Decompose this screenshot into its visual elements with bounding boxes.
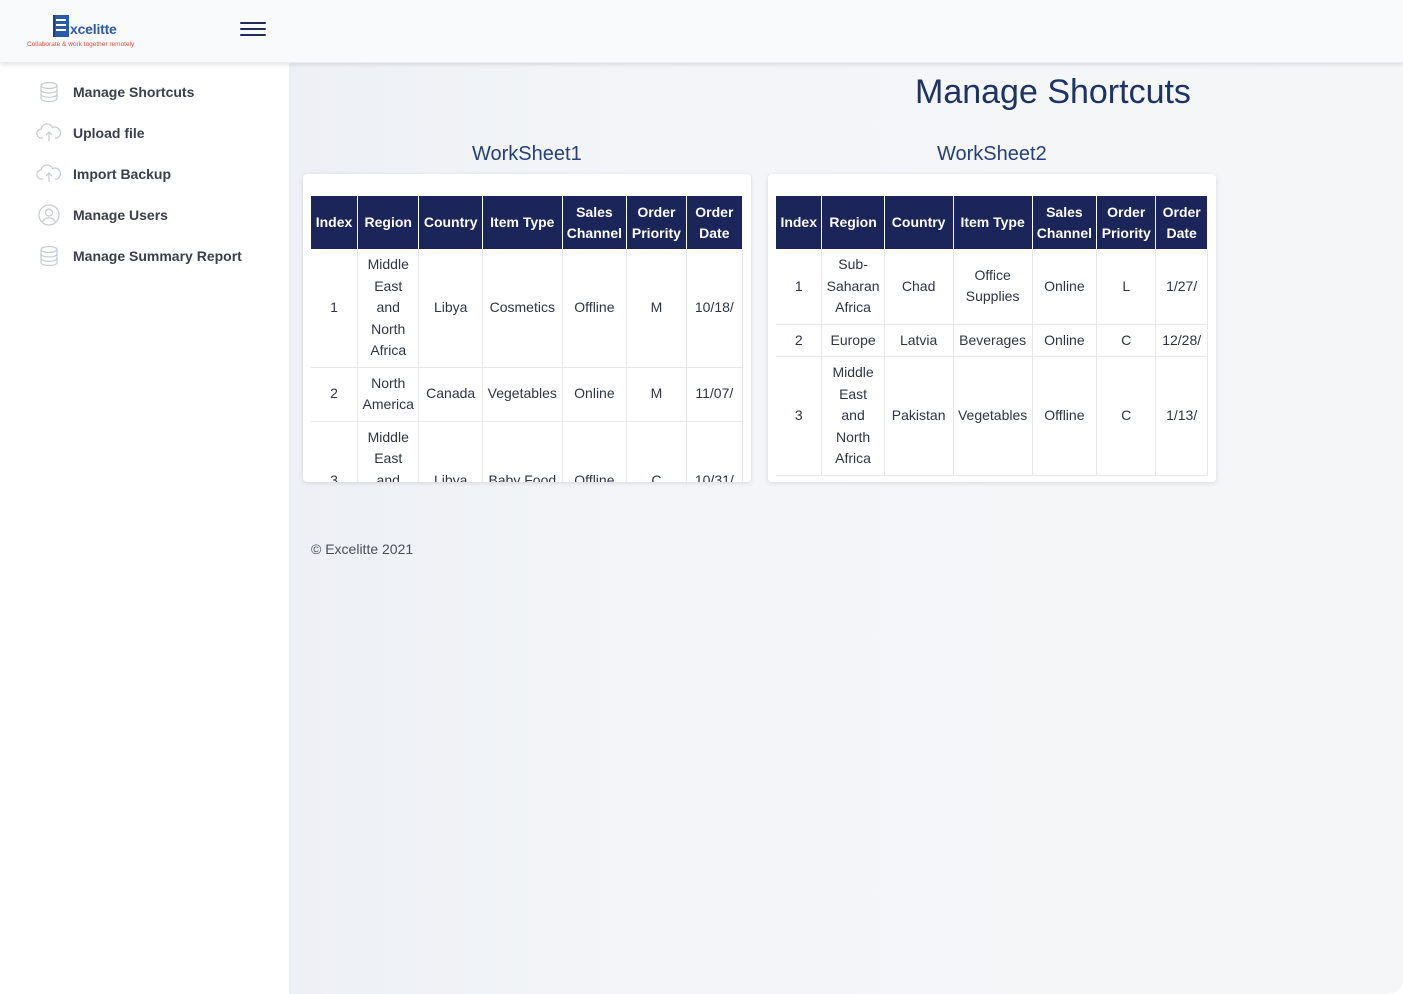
table-cell: Libya [418,249,483,368]
table-cell: C [1096,356,1157,476]
table-cell: M [626,249,687,368]
table-cell: 1 [776,249,823,325]
table-cell: Middle East and North Africa [357,249,420,368]
sidebar-item-label: Manage Shortcuts [73,84,195,100]
table-cell: 3 [311,421,359,482]
table-cell: M [626,367,687,422]
brand-tagline: Collaborate & work together remotely [27,41,135,48]
column-header[interactable]: Order Date [1155,196,1208,249]
brand-name: xcelitte [70,21,117,37]
table-cell: Middle East and North Africa [821,356,885,476]
worksheet1-table-scroll[interactable]: Index Region Country Item Type Sales Cha… [311,196,743,482]
table-cell: 12/28/ [1155,324,1208,357]
table-cell: Online [1032,249,1098,325]
column-header[interactable]: Sales Channel [1032,196,1098,249]
sidebar-item-import-backup[interactable]: Import Backup [36,159,276,189]
table-cell: C [1096,324,1157,357]
table-cell: 3 [776,356,823,476]
table-cell: 10/18/ [686,249,743,368]
table-row[interactable]: 1 Middle East and North Africa Libya Cos… [311,249,743,368]
cloud-upload-icon [36,162,62,186]
table-cell: Office Supplies [953,249,1033,325]
worksheet2-card: Index Region Country Item Type Sales Cha… [768,174,1216,482]
table-cell: C [626,421,687,482]
column-header[interactable]: Order Priority [1096,196,1157,249]
table-cell: L [1096,249,1157,325]
user-icon [36,203,62,227]
sidebar-item-upload-file[interactable]: Upload file [36,118,276,148]
sidebar-item-manage-users[interactable]: Manage Users [36,200,276,230]
table-cell: Vegetables [482,367,563,422]
worksheet1-title: WorkSheet1 [472,143,582,165]
worksheet1-card: Index Region Country Item Type Sales Cha… [303,174,751,482]
table-row[interactable]: 3 Middle East and North Africa Libya Bab… [311,421,743,482]
column-header[interactable]: Country [884,196,954,249]
table-cell: Chad [884,249,954,325]
table-cell: Beverages [953,324,1033,357]
table-cell: Latvia [884,324,954,357]
database-icon [36,244,62,268]
table-row[interactable]: 2 North America Canada Vegetables Online… [311,367,743,422]
worksheet1-table: Index Region Country Item Type Sales Cha… [311,196,743,482]
table-cell: Middle East and North Africa [357,421,420,482]
sidebar: Manage Shortcuts Upload file Import Back… [0,63,289,994]
column-header[interactable]: Item Type [953,196,1033,249]
worksheet2-table: Index Region Country Item Type Sales Cha… [776,196,1208,476]
column-header[interactable]: Region [821,196,885,249]
table-cell: 10/31/ [686,421,743,482]
table-cell: 11/07/ [686,367,743,422]
table-cell: Cosmetics [482,249,563,368]
table-cell: Offline [562,249,628,368]
logo[interactable]: xcelitte Collaborate & work together rem… [26,14,166,54]
worksheet2-title: WorkSheet2 [937,143,1047,165]
column-header[interactable]: Country [418,196,483,249]
table-cell: 2 [311,367,359,422]
sidebar-item-label: Upload file [73,125,145,141]
column-header[interactable]: Index [311,196,359,249]
table-cell: Offline [1032,356,1098,476]
column-header[interactable]: Item Type [482,196,563,249]
table-cell: Vegetables [953,356,1033,476]
footer-copyright: © Excelitte 2021 [311,541,414,557]
table-cell: 2 [776,324,823,357]
database-icon [36,80,62,104]
worksheet2-table-scroll[interactable]: Index Region Country Item Type Sales Cha… [776,196,1208,482]
top-bar: xcelitte Collaborate & work together rem… [0,0,1403,63]
sidebar-item-manage-shortcuts[interactable]: Manage Shortcuts [36,77,276,107]
table-cell: Offline [562,421,628,482]
table-cell: Baby Food [482,421,563,482]
column-header[interactable]: Order Priority [626,196,687,249]
table-header-row: Index Region Country Item Type Sales Cha… [776,196,1208,249]
table-header-row: Index Region Country Item Type Sales Cha… [311,196,743,249]
table-row[interactable]: 3 Middle East and North Africa Pakistan … [776,356,1208,476]
sidebar-item-label: Manage Users [73,207,168,223]
table-row[interactable]: 2 Europe Latvia Beverages Online C 12/28… [776,324,1208,357]
column-header[interactable]: Region [357,196,420,249]
table-row[interactable]: 1 Sub-Saharan Africa Chad Office Supplie… [776,249,1208,325]
main-content: Manage Shortcuts WorkSheet1 Index Region… [289,63,1403,994]
sidebar-item-manage-summary-report[interactable]: Manage Summary Report [36,241,276,271]
spreadsheet-logo-icon [53,15,69,37]
table-cell: Pakistan [884,356,954,476]
sidebar-item-label: Manage Summary Report [73,248,242,264]
table-cell: North America [357,367,420,422]
table-cell: 1/27/ [1155,249,1208,325]
page-title: Manage Shortcuts [915,73,1191,111]
table-cell: 1/13/ [1155,356,1208,476]
table-cell: 1 [311,249,359,368]
table-cell: Sub-Saharan Africa [821,249,885,325]
table-cell: Canada [418,367,483,422]
hamburger-menu-icon[interactable] [240,22,266,38]
cloud-upload-icon [36,121,62,145]
column-header[interactable]: Index [776,196,823,249]
table-cell: Online [1032,324,1098,357]
table-cell: Libya [418,421,483,482]
table-cell: Europe [821,324,885,357]
table-cell: Online [562,367,628,422]
column-header[interactable]: Sales Channel [562,196,628,249]
column-header[interactable]: Order Date [686,196,743,249]
sidebar-item-label: Import Backup [73,166,172,182]
